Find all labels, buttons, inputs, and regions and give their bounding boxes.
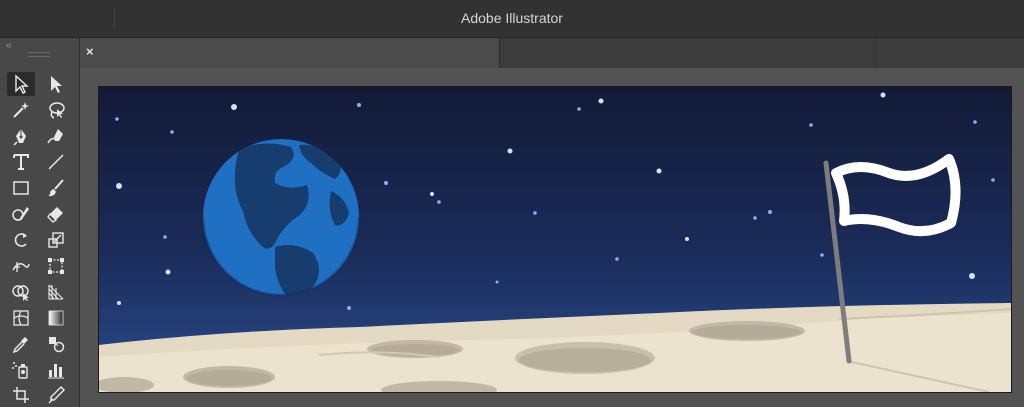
blend-tool-icon <box>49 337 65 353</box>
mesh-tool-icon <box>13 310 29 326</box>
symbol-sprayer-tool[interactable] <box>7 358 35 382</box>
tab-bar-divider <box>875 38 876 68</box>
collapse-panel-button[interactable]: ‹‹ <box>6 40 12 51</box>
shape-builder-tool-icon <box>12 285 29 301</box>
scale-tool-icon <box>48 232 64 248</box>
type-tool-icon <box>13 154 29 170</box>
width-tool[interactable] <box>7 254 35 278</box>
rectangle-tool[interactable] <box>7 176 35 200</box>
free-transform-tool-icon <box>48 258 64 274</box>
lasso-tool[interactable] <box>42 98 70 122</box>
width-tool-icon <box>12 262 30 272</box>
rectangle-tool-icon <box>13 181 29 195</box>
gradient-tool[interactable] <box>42 306 70 330</box>
column-graph-tool[interactable] <box>42 358 70 382</box>
direct-selection-tool-icon <box>51 76 62 93</box>
panel-grip-handle[interactable] <box>28 52 50 57</box>
shape-builder-tool[interactable] <box>7 280 35 304</box>
magic-wand-tool[interactable] <box>7 98 35 122</box>
slice-tool-icon <box>48 385 66 404</box>
close-document-button[interactable]: × <box>86 44 94 59</box>
title-bar: Adobe Illustrator <box>0 0 1024 38</box>
rotate-tool[interactable] <box>7 228 35 252</box>
pen-tool[interactable] <box>7 124 35 148</box>
selection-tool[interactable] <box>7 72 35 96</box>
line-segment-tool[interactable] <box>42 150 70 174</box>
rotate-tool-icon <box>14 233 27 247</box>
magic-wand-tool-icon <box>13 102 29 118</box>
selection-tool-icon <box>15 74 29 94</box>
artboard-tool-icon <box>13 387 29 403</box>
app-title: Adobe Illustrator <box>461 10 563 26</box>
moon-landscape-artwork <box>94 87 1012 399</box>
shaper-tool[interactable] <box>7 202 35 226</box>
scale-tool[interactable] <box>42 228 70 252</box>
lasso-tool-icon <box>49 102 65 119</box>
free-transform-tool[interactable] <box>42 254 70 278</box>
curvature-tool-icon <box>47 129 63 144</box>
perspective-grid-tool-icon <box>48 284 64 300</box>
slice-tool[interactable] <box>42 383 70 407</box>
curvature-tool[interactable] <box>42 124 70 148</box>
artboard[interactable] <box>94 86 1012 399</box>
document-tab[interactable]: × <box>80 38 500 68</box>
line-segment-tool-icon <box>48 154 64 170</box>
blend-tool[interactable] <box>42 332 70 356</box>
document-tab-bar: × <box>80 38 1024 68</box>
artboard-tool[interactable] <box>7 383 35 407</box>
mesh-tool[interactable] <box>7 306 35 330</box>
paintbrush-tool-icon <box>48 179 64 197</box>
eyedropper-tool[interactable] <box>7 332 35 356</box>
type-tool[interactable] <box>7 150 35 174</box>
symbol-sprayer-tool-icon <box>12 362 28 379</box>
tools-panel: ‹‹ <box>0 38 80 407</box>
eraser-tool-icon <box>47 207 63 223</box>
perspective-grid-tool[interactable] <box>42 280 70 304</box>
shaper-tool-icon <box>12 207 29 221</box>
gradient-tool-icon <box>48 310 64 326</box>
column-graph-tool-icon <box>48 364 64 379</box>
direct-selection-tool[interactable] <box>42 72 70 96</box>
pen-tool-icon <box>13 129 26 146</box>
paintbrush-tool[interactable] <box>42 176 70 200</box>
eraser-tool[interactable] <box>42 202 70 226</box>
eyedropper-tool-icon <box>12 337 28 354</box>
